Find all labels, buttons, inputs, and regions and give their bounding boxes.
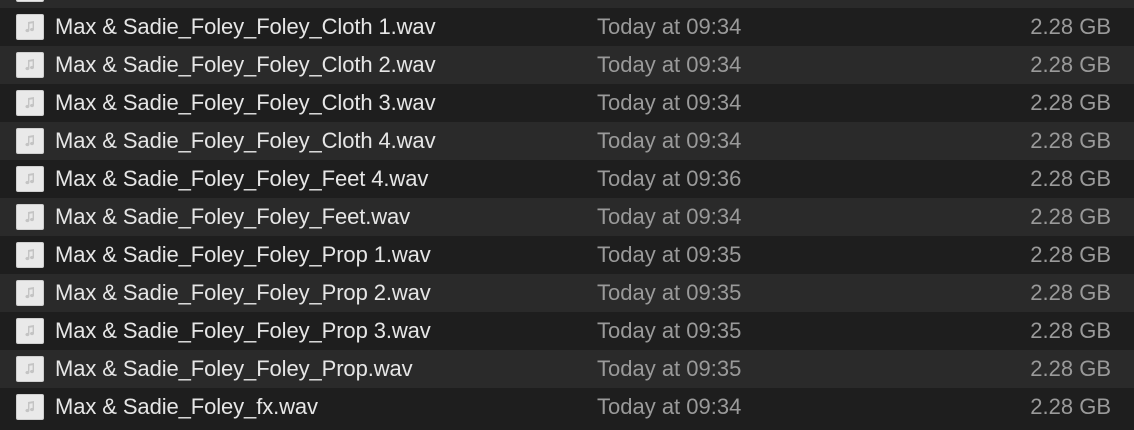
file-name: Max & Sadie_Foley_Foley_Cloth 3.wav bbox=[55, 90, 436, 115]
file-modified: Today at 09:35 bbox=[597, 356, 742, 381]
audio-file-icon bbox=[16, 242, 44, 268]
file-name: Max & Sadie_Foley_Foley_Prop 3.wav bbox=[55, 318, 431, 343]
file-row[interactable]: Max & Sadie_Foley_Foley_Prop.wav Today a… bbox=[0, 350, 1134, 388]
file-modified: Today at 09:34 bbox=[597, 52, 742, 77]
file-size: 2.28 GB bbox=[1030, 90, 1111, 115]
file-name: Max & Sadie_Foley_Foley_Cloth 1.wav bbox=[55, 14, 436, 39]
audio-file-icon bbox=[16, 52, 44, 78]
audio-file-icon bbox=[16, 166, 44, 192]
file-name: Max & Sadie_Foley_Foley_Cloth 4.wav bbox=[55, 128, 436, 153]
file-size: 2.28 GB bbox=[1030, 128, 1111, 153]
file-name: Max & Sadie_Foley_Foley_Prop 1.wav bbox=[55, 242, 431, 267]
audio-file-icon bbox=[16, 0, 44, 2]
file-modified: Today at 09:34 bbox=[597, 394, 742, 419]
file-row[interactable] bbox=[0, 0, 1134, 8]
file-modified: Today at 09:34 bbox=[597, 14, 742, 39]
file-modified: Today at 09:34 bbox=[597, 128, 742, 153]
file-row[interactable]: Max & Sadie_Foley_Foley_Cloth 2.wav Toda… bbox=[0, 46, 1134, 84]
file-name: Max & Sadie_Foley_Foley_Feet 4.wav bbox=[55, 166, 429, 191]
file-modified: Today at 09:35 bbox=[597, 280, 742, 305]
file-row[interactable]: Max & Sadie_Foley_fx.wav Today at 09:34 … bbox=[0, 388, 1134, 426]
file-row[interactable]: Max & Sadie_Foley_Foley_Cloth 4.wav Toda… bbox=[0, 122, 1134, 160]
file-modified: Today at 09:34 bbox=[597, 90, 742, 115]
audio-file-icon bbox=[16, 90, 44, 116]
file-size: 2.28 GB bbox=[1030, 166, 1111, 191]
file-row[interactable]: Max & Sadie_Foley_Foley_Cloth 3.wav Toda… bbox=[0, 84, 1134, 122]
file-name: Max & Sadie_Foley_Foley_Prop.wav bbox=[55, 356, 413, 381]
file-modified: Today at 09:35 bbox=[597, 242, 742, 267]
file-row[interactable]: Max & Sadie_Foley_Foley_Prop 2.wav Today… bbox=[0, 274, 1134, 312]
audio-file-icon bbox=[16, 128, 44, 154]
file-size: 2.28 GB bbox=[1030, 52, 1111, 77]
file-size: 2.28 GB bbox=[1030, 14, 1111, 39]
file-row[interactable]: Max & Sadie_Foley_Foley_Prop 1.wav Today… bbox=[0, 236, 1134, 274]
file-name: Max & Sadie_Foley_fx.wav bbox=[55, 394, 318, 419]
file-name: Max & Sadie_Foley_Foley_Prop 2.wav bbox=[55, 280, 431, 305]
file-row[interactable]: Max & Sadie_Foley_Foley_Prop 3.wav Today… bbox=[0, 312, 1134, 350]
audio-file-icon bbox=[16, 14, 44, 40]
file-modified: Today at 09:35 bbox=[597, 318, 742, 343]
audio-file-icon bbox=[16, 280, 44, 306]
file-row[interactable]: Max & Sadie_Foley_Foley_Cloth 1.wav Toda… bbox=[0, 8, 1134, 46]
file-row[interactable]: Max & Sadie_Foley_Foley_Feet.wav Today a… bbox=[0, 198, 1134, 236]
file-name: Max & Sadie_Foley_Foley_Cloth 2.wav bbox=[55, 52, 436, 77]
audio-file-icon bbox=[16, 356, 44, 382]
audio-file-icon bbox=[16, 204, 44, 230]
file-size: 2.28 GB bbox=[1030, 204, 1111, 229]
file-row[interactable]: Max & Sadie_Foley_Foley_Feet 4.wav Today… bbox=[0, 160, 1134, 198]
file-size: 2.28 GB bbox=[1030, 394, 1111, 419]
file-size: 2.28 GB bbox=[1030, 242, 1111, 267]
audio-file-icon bbox=[16, 318, 44, 344]
file-modified: Today at 09:34 bbox=[597, 204, 742, 229]
file-name: Max & Sadie_Foley_Foley_Feet.wav bbox=[55, 204, 411, 229]
file-size: 2.28 GB bbox=[1030, 356, 1111, 381]
file-modified: Today at 09:36 bbox=[597, 166, 742, 191]
audio-file-icon bbox=[16, 394, 44, 420]
file-size: 2.28 GB bbox=[1030, 280, 1111, 305]
file-list: Max & Sadie_Foley_Foley_Cloth 1.wav Toda… bbox=[0, 0, 1134, 430]
file-size: 2.28 GB bbox=[1030, 318, 1111, 343]
